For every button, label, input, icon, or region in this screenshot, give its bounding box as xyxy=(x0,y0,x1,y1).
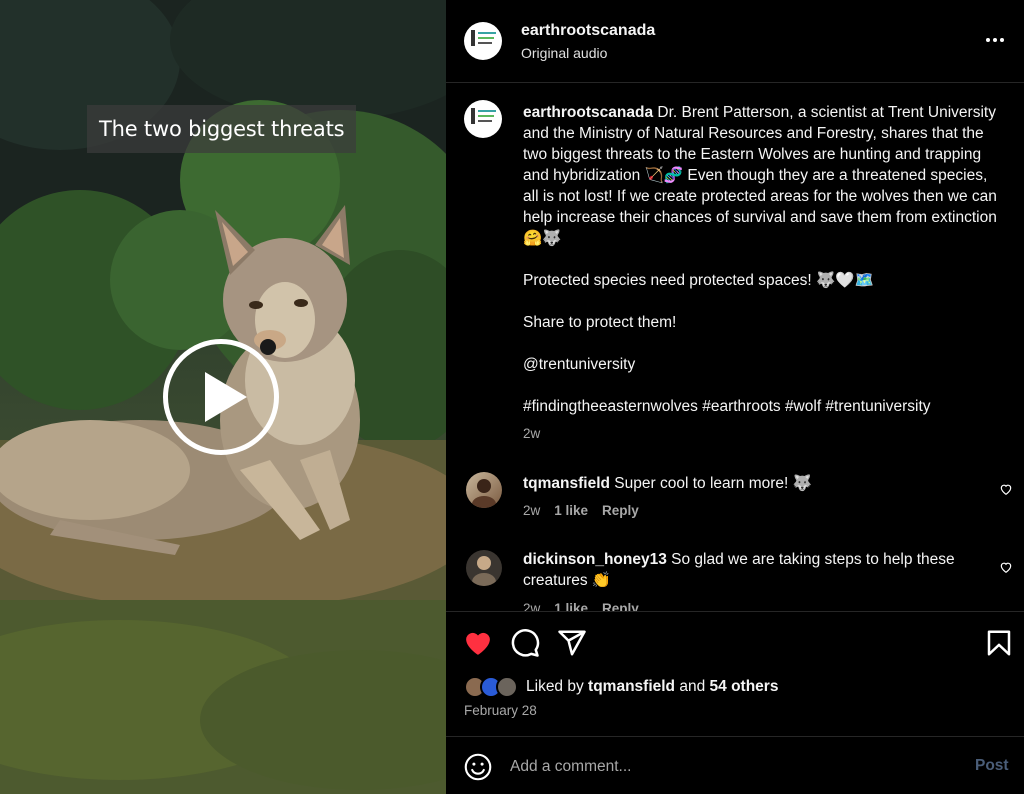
caption-text: Dr. Brent Patterson, a scientist at Tren… xyxy=(523,104,997,247)
caption-line-2: Protected species need protected spaces!… xyxy=(523,272,874,289)
play-button[interactable] xyxy=(163,339,279,455)
profile-avatar[interactable] xyxy=(464,22,502,60)
comments-scroll-area[interactable]: earthrootscanada Dr. Brent Patterson, a … xyxy=(446,84,1024,611)
video-caption-overlay: The two biggest threats xyxy=(87,105,357,153)
post-caption: earthrootscanada Dr. Brent Patterson, a … xyxy=(523,102,1001,438)
comment-username[interactable]: tqmansfield xyxy=(523,475,610,492)
post-panel: earthrootscanada Original audio earthroo… xyxy=(446,0,1024,794)
comment-meta: 2w 1 like Reply xyxy=(523,503,639,518)
comment-icon[interactable] xyxy=(510,628,540,658)
caption-time[interactable]: 2w xyxy=(523,426,540,441)
post-date[interactable]: February 28 xyxy=(464,703,537,718)
comment-like-heart-icon[interactable] xyxy=(999,560,1013,574)
comment-reply-button[interactable]: Reply xyxy=(602,503,639,518)
comment-likes[interactable]: 1 like xyxy=(554,601,588,611)
comment-meta: 2w 1 like Reply xyxy=(523,601,639,611)
divider xyxy=(446,611,1024,612)
caption-avatar[interactable] xyxy=(464,100,502,138)
caption-hashtags[interactable]: #findingtheeasternwolves #earthroots #wo… xyxy=(523,396,1001,417)
add-comment-bar: Post xyxy=(446,736,1024,794)
heart-filled-icon[interactable] xyxy=(463,628,493,658)
post-header: earthrootscanada Original audio xyxy=(446,0,1024,83)
caption-mention[interactable]: @trentuniversity xyxy=(523,354,1001,375)
post-comment-button[interactable]: Post xyxy=(975,757,1009,775)
action-bar xyxy=(446,622,1024,662)
comment-text: Super cool to learn more! 🐺 xyxy=(614,475,812,492)
liker-avatar xyxy=(496,676,518,698)
comment-time[interactable]: 2w xyxy=(523,503,540,518)
comment-text-row: dickinson_honey13 So glad we are taking … xyxy=(523,549,963,591)
play-icon xyxy=(205,372,247,422)
liker-username[interactable]: tqmansfield xyxy=(588,678,675,695)
likes-others[interactable]: 54 others xyxy=(710,678,779,695)
header-username[interactable]: earthrootscanada xyxy=(521,22,655,40)
comment-input[interactable] xyxy=(510,755,940,779)
audio-label[interactable]: Original audio xyxy=(521,45,607,61)
commenter-avatar[interactable] xyxy=(466,550,502,586)
emoji-smile-icon[interactable] xyxy=(464,753,492,781)
likes-text: Liked by tqmansfield and 54 others xyxy=(526,678,779,695)
video-caption-text: The two biggest threats xyxy=(99,117,345,141)
caption-username[interactable]: earthrootscanada xyxy=(523,104,653,121)
comment-time[interactable]: 2w xyxy=(523,601,540,611)
bookmark-icon[interactable] xyxy=(984,628,1014,658)
comment-likes[interactable]: 1 like xyxy=(554,503,588,518)
send-icon[interactable] xyxy=(557,628,587,658)
comment-username[interactable]: dickinson_honey13 xyxy=(523,551,667,568)
comment-reply-button[interactable]: Reply xyxy=(602,601,639,611)
comment-text-row: tqmansfield Super cool to learn more! 🐺 xyxy=(523,473,963,494)
comment-like-heart-icon[interactable] xyxy=(999,482,1013,496)
likes-summary[interactable]: Liked by tqmansfield and 54 others xyxy=(464,675,778,699)
commenter-avatar[interactable] xyxy=(466,472,502,508)
more-options-icon[interactable] xyxy=(986,30,1008,50)
post-media[interactable]: The two biggest threats xyxy=(0,0,446,794)
caption-line-3: Share to protect them! xyxy=(523,314,677,331)
